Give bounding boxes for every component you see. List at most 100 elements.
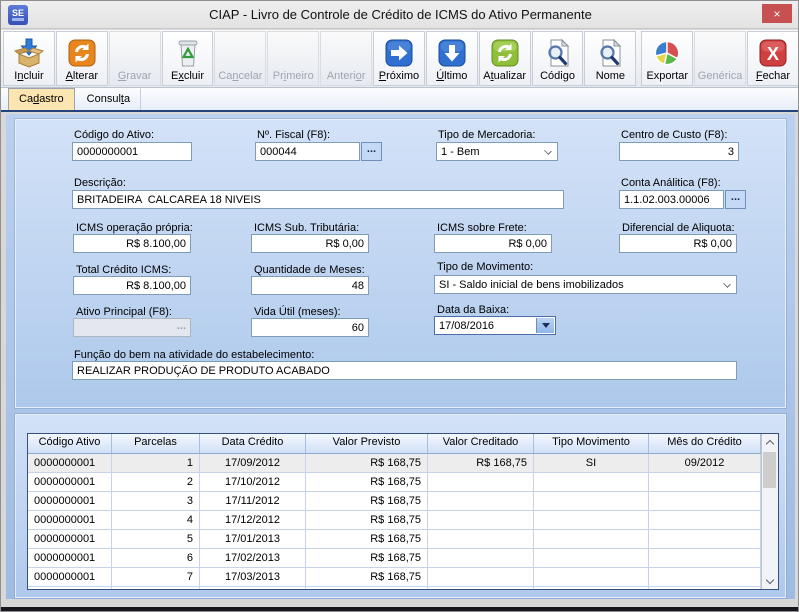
tab-strip: Cadastro Consulta	[1, 88, 799, 112]
toolbar-button-label: Próximo	[379, 70, 419, 82]
triangle-down-icon	[542, 323, 550, 328]
grid-cell: R$ 168,75	[306, 511, 428, 529]
grid-row[interactable]: 0000000001617/02/2013R$ 168,75	[28, 549, 761, 568]
dif-aliquota-input[interactable]	[619, 234, 737, 253]
tipo-mercadoria-select[interactable]: 1 - Bem	[436, 142, 558, 161]
tab-cadastro[interactable]: Cadastro	[8, 88, 75, 110]
grid-cell: 6	[112, 549, 200, 567]
toolbar-button-label: Alterar	[66, 70, 98, 82]
grid-cell: R$ 168,75	[428, 454, 534, 472]
grid-column-header[interactable]: Data Crédito	[200, 434, 306, 453]
calendar-dropdown-button[interactable]	[536, 318, 554, 333]
scrollbar-thumb[interactable]	[763, 452, 776, 488]
toolbar-button-exportar[interactable]: Exportar	[641, 31, 693, 86]
ellipsis-icon: ...	[367, 146, 376, 152]
toolbar-button-label: Nome	[596, 70, 625, 82]
grid-column-header[interactable]: Valor Creditado	[428, 434, 534, 453]
grid-column-header[interactable]: Mês do Crédito	[649, 434, 761, 453]
grid-row[interactable]: 0000000001817/04/2013R$ 168,75	[28, 587, 761, 589]
conta-analitica-browse-button[interactable]: ...	[725, 190, 746, 209]
descricao-label: Descrição:	[74, 177, 126, 189]
grid-cell: 2	[112, 473, 200, 491]
grid-row[interactable]: 0000000001517/01/2013R$ 168,75	[28, 530, 761, 549]
toolbar-button-label: Excluir	[171, 70, 204, 82]
grid-row[interactable]: 0000000001417/12/2012R$ 168,75	[28, 511, 761, 530]
grid-column-header[interactable]: Parcelas	[112, 434, 200, 453]
toolbar-button-atualizar[interactable]: Atualizar	[479, 31, 531, 86]
ellipsis-icon: ...	[731, 194, 740, 200]
data-baixa-picker[interactable]: 17/08/2016	[434, 316, 556, 335]
descricao-input[interactable]	[72, 190, 564, 209]
grid-cell: 8	[112, 587, 200, 589]
app-window: SE CIAP - Livro de Controle de Crédito d…	[0, 0, 799, 612]
grid-row[interactable]: 0000000001217/10/2012R$ 168,75	[28, 473, 761, 492]
toolbar-button-excluir[interactable]: Excluir	[162, 31, 214, 86]
tipo-movimento-select[interactable]: SI - Saldo inicial de bens imobilizados	[434, 275, 737, 294]
conta-analitica-input[interactable]	[619, 190, 724, 209]
toolbar-button-fechar[interactable]: XFechar	[747, 31, 799, 86]
grid-cell: 17/03/2013	[200, 568, 306, 586]
num-fiscal-browse-button[interactable]: ...	[361, 142, 382, 161]
arrow-down-blue-icon	[436, 36, 468, 70]
icms-op-input[interactable]	[73, 234, 191, 253]
grid-column-header[interactable]: Código Ativo	[28, 434, 112, 453]
grid-cell	[534, 568, 649, 586]
grid-cell	[428, 473, 534, 491]
toolbar-button-label: Fechar	[756, 70, 790, 82]
grid-cell	[428, 549, 534, 567]
form-groupbox: Código do Ativo: Nº. Fiscal (F8): ... Ti…	[15, 119, 786, 408]
total-credito-input[interactable]	[73, 276, 191, 295]
vida-util-input[interactable]	[251, 318, 369, 337]
centro-custo-input[interactable]	[619, 142, 739, 161]
toolbar-button-alterar[interactable]: Alterar	[56, 31, 108, 86]
icms-frete-input[interactable]	[434, 234, 552, 253]
grid-cell	[649, 492, 761, 510]
num-fiscal-input[interactable]	[255, 142, 360, 161]
grid-cell	[534, 511, 649, 529]
close-button[interactable]: ×	[762, 4, 792, 23]
toolbar-button-nome[interactable]: Nome	[584, 31, 636, 86]
scroll-up-arrow-icon[interactable]	[762, 434, 778, 450]
dif-aliquota-label: Diferencial de Aliquota:	[622, 222, 735, 234]
toolbar-button-ultimo[interactable]: Último	[426, 31, 478, 86]
grid-cell: 17/04/2013	[200, 587, 306, 589]
grid-cell: 09/2012	[649, 454, 761, 472]
grid-cell	[534, 587, 649, 589]
tipo-mercadoria-value: 1 - Bem	[441, 146, 480, 158]
toolbar-button-incluir[interactable]: Incluir	[3, 31, 55, 86]
qtd-meses-label: Quantidade de Meses:	[254, 264, 365, 276]
grid-cell	[649, 511, 761, 529]
funcao-bem-input[interactable]	[72, 361, 737, 380]
scroll-down-arrow-icon[interactable]	[762, 573, 778, 589]
grid-cell	[428, 530, 534, 548]
vertical-scrollbar[interactable]	[761, 434, 778, 589]
icms-st-input[interactable]	[251, 234, 369, 253]
grid-header: Código AtivoParcelasData CréditoValor Pr…	[28, 434, 761, 454]
tab-consulta[interactable]: Consulta	[76, 88, 141, 110]
grid-cell: 17/11/2012	[200, 492, 306, 510]
toolbar-button-codigo[interactable]: Código	[532, 31, 584, 86]
toolbar-button-label: Gravar	[118, 70, 152, 82]
grid-cell: 0000000001	[28, 473, 112, 491]
toolbar-button-proximo[interactable]: Próximo	[373, 31, 425, 86]
grid-row[interactable]: 0000000001317/11/2012R$ 168,75	[28, 492, 761, 511]
grid-cell	[649, 587, 761, 589]
ellipsis-icon: ...	[177, 320, 186, 332]
grid-column-header[interactable]: Valor Previsto	[306, 434, 428, 453]
green-refresh-icon	[489, 36, 521, 70]
title-bar: SE CIAP - Livro de Controle de Crédito d…	[1, 1, 799, 29]
search-doc-icon	[594, 36, 626, 70]
toolbar-button-label: Genérica	[698, 70, 743, 82]
grid-row[interactable]: 0000000001117/09/2012R$ 168,75R$ 168,75S…	[28, 454, 761, 473]
grid-row[interactable]: 0000000001717/03/2013R$ 168,75	[28, 568, 761, 587]
grid-column-header[interactable]: Tipo Movimento	[534, 434, 649, 453]
qtd-meses-input[interactable]	[251, 276, 369, 295]
toolbar-button-label: Cancelar	[218, 70, 262, 82]
grid-cell: 17/01/2013	[200, 530, 306, 548]
orange-refresh-icon	[66, 36, 98, 70]
codigo-ativo-input[interactable]	[72, 142, 192, 161]
grid-groupbox: Código AtivoParcelasData CréditoValor Pr…	[15, 414, 786, 598]
chevron-down-icon	[544, 147, 552, 155]
box-arrow-down-icon	[13, 36, 45, 70]
toolbar-button-label: Primeiro	[273, 70, 314, 82]
